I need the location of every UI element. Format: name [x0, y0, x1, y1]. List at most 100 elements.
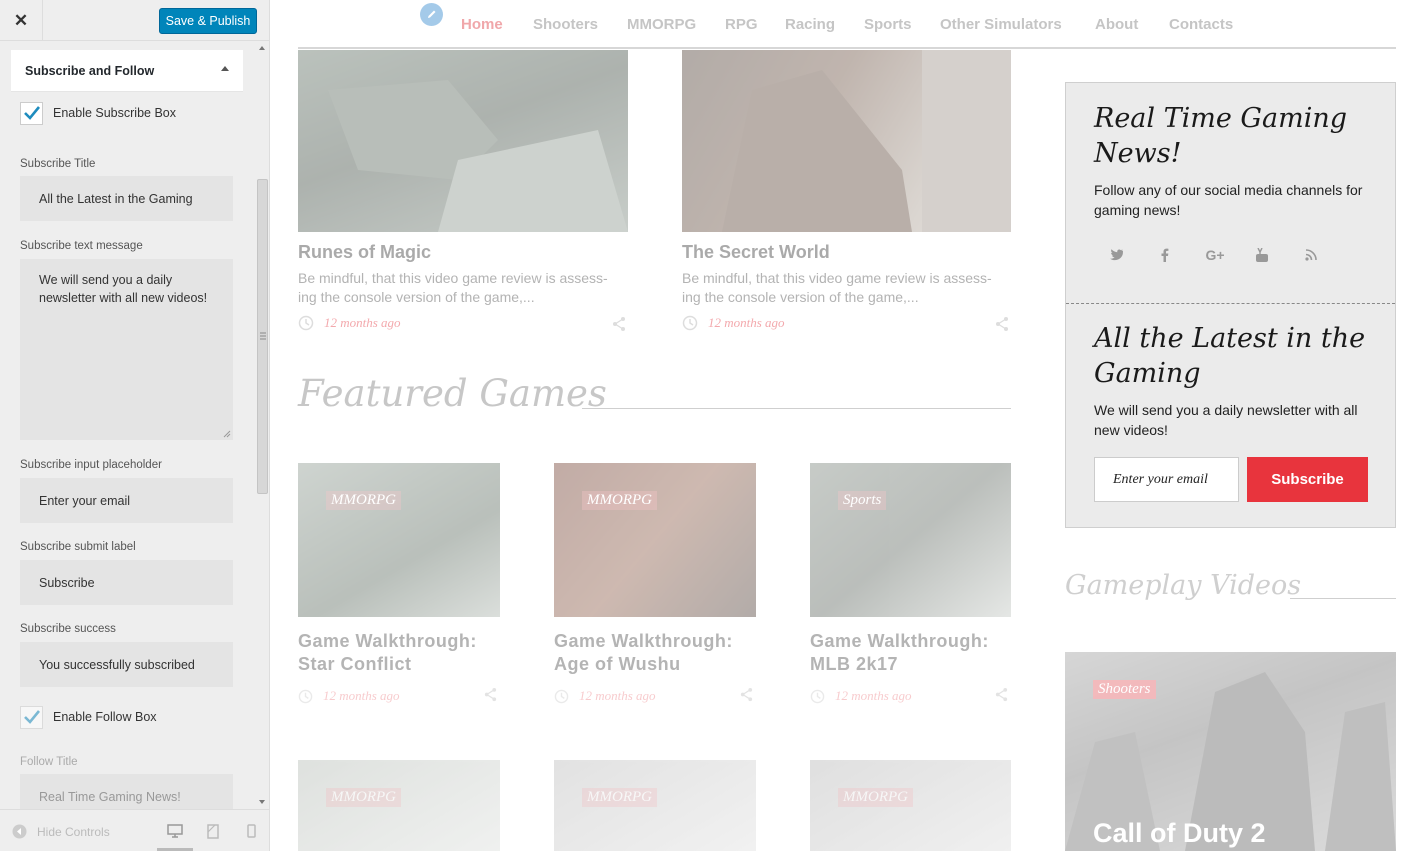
post-meta: 12 months ago [682, 315, 785, 331]
hide-controls-button[interactable]: Hide Controls [12, 824, 110, 839]
subscribe-placeholder-input[interactable]: Enter your email [20, 478, 233, 523]
section-body: Enable Subscribe Box Subscribe Title All… [11, 92, 243, 809]
nav-item-other-simulators[interactable]: Other Simulators [940, 16, 1062, 33]
section-header[interactable]: Subscribe and Follow [11, 50, 243, 92]
post-title[interactable]: The Secret World [682, 242, 830, 263]
follow-title-label: Follow Title [20, 756, 78, 768]
featured-image[interactable]: MMORPG [554, 463, 756, 617]
google-plus-icon[interactable]: G+ [1203, 245, 1227, 265]
post-title[interactable]: Runes of Magic [298, 242, 431, 263]
desktop-icon[interactable] [165, 822, 185, 840]
post-excerpt: Be mindful, that this video game review … [298, 270, 608, 305]
category-badge[interactable]: MMORPG [582, 491, 657, 510]
gameplay-videos-title: Gameplay Videos [1065, 570, 1302, 601]
video-title[interactable]: Call of Duty 2 [1093, 818, 1266, 849]
subscribe-placeholder-label: Subscribe input placeholder [20, 459, 162, 471]
helicopter-scene-illustration [328, 80, 628, 232]
post-excerpt: Be mindful, that this video game review … [682, 270, 992, 305]
clock-icon [682, 315, 698, 331]
widget-divider [1066, 303, 1395, 304]
nav-item-rpg[interactable]: RPG [725, 16, 758, 33]
nav-item-racing[interactable]: Racing [785, 16, 835, 33]
gameplay-video-card[interactable]: Shooters Call of Duty 2 [1065, 652, 1396, 851]
panel-footer: Hide Controls [0, 809, 269, 851]
subscribe-submit-button[interactable]: Subscribe [1247, 457, 1368, 502]
featured-image[interactable]: MMORPG [810, 760, 1011, 851]
featured-time: 12 months ago [835, 688, 912, 703]
subscribe-follow-widget: Real Time Gaming News! Follow any of our… [1065, 82, 1396, 528]
share-icon[interactable] [611, 316, 627, 332]
category-badge[interactable]: Sports [838, 491, 887, 510]
collapse-arrow-icon [12, 824, 27, 839]
section-subscribe-follow: Subscribe and Follow Enable Subscribe Bo… [11, 50, 243, 809]
site-preview: Home Shooters MMORPG RPG Racing Sports O… [270, 0, 1419, 851]
subscribe-title-input[interactable]: All the Latest in the Gaming [20, 176, 233, 221]
grip-icon [260, 332, 266, 340]
enable-subscribe-checkbox-row[interactable]: Enable Subscribe Box [20, 101, 176, 125]
post-image[interactable] [298, 50, 628, 232]
featured-title[interactable]: Game Walkthrough: Age of Wushu [554, 630, 759, 676]
featured-image[interactable]: MMORPG [554, 760, 756, 851]
follow-title: Real Time Gaming News! [1094, 103, 1348, 169]
resize-handle-icon[interactable] [223, 430, 231, 438]
subscribe-submit-input[interactable]: Subscribe [20, 560, 233, 605]
subscribe-title: All the Latest in the Gaming [1094, 323, 1366, 389]
subscribe-email-input[interactable]: Enter your email [1094, 457, 1239, 502]
hide-controls-label: Hide Controls [37, 824, 110, 839]
enable-follow-checkbox-row[interactable]: Enable Follow Box [20, 705, 157, 729]
featured-time: 12 months ago [579, 688, 656, 703]
enable-subscribe-checkbox[interactable] [20, 101, 43, 125]
nav-divider [298, 47, 1396, 49]
nav-item-contacts[interactable]: Contacts [1169, 16, 1233, 33]
section-title: Subscribe and Follow [25, 63, 155, 78]
close-button[interactable]: ✕ [0, 0, 43, 41]
save-publish-button[interactable]: Save & Publish [159, 8, 257, 34]
follow-title-input[interactable]: Real Time Gaming News! [20, 774, 233, 809]
nav-item-about[interactable]: About [1095, 16, 1138, 33]
featured-image[interactable]: MMORPG [298, 760, 500, 851]
featured-image[interactable]: Sports [810, 463, 1011, 617]
post-image[interactable] [682, 50, 1011, 232]
nav-item-shooters[interactable]: Shooters [533, 16, 598, 33]
share-icon[interactable] [739, 687, 754, 702]
panel-scroll-area: Subscribe and Follow Enable Subscribe Bo… [0, 41, 256, 809]
featured-title[interactable]: Game Walkthrough: MLB 2k17 [810, 630, 1015, 676]
scroll-up-arrow-icon[interactable] [259, 46, 265, 50]
follow-text: Follow any of our social media channels … [1094, 182, 1363, 218]
tablet-icon[interactable] [203, 822, 223, 840]
subscribe-title-label: Subscribe Title [20, 158, 96, 170]
featured-meta: 12 months ago [298, 688, 400, 704]
section-rule [582, 408, 1011, 409]
collapse-caret-icon[interactable] [221, 66, 229, 71]
category-badge[interactable]: MMORPG [582, 788, 657, 807]
mobile-icon[interactable] [241, 822, 261, 840]
youtube-icon[interactable] [1252, 245, 1272, 265]
share-icon[interactable] [483, 687, 498, 702]
share-icon[interactable] [994, 316, 1010, 332]
nav-item-sports[interactable]: Sports [864, 16, 912, 33]
category-badge[interactable]: MMORPG [838, 788, 913, 807]
featured-image[interactable]: MMORPG [298, 463, 500, 617]
enable-follow-label: Enable Follow Box [53, 710, 157, 724]
rss-icon[interactable] [1301, 245, 1321, 265]
subscribe-success-input[interactable]: You successfully subscribed [20, 642, 233, 687]
nav-item-mmorpg[interactable]: MMORPG [627, 16, 696, 33]
subscribe-success-label: Subscribe success [20, 623, 116, 635]
category-badge[interactable]: MMORPG [326, 788, 401, 807]
subscribe-text: We will send you a daily newsletter with… [1094, 402, 1358, 438]
category-badge[interactable]: MMORPG [326, 491, 401, 510]
scroll-down-arrow-icon[interactable] [259, 800, 265, 804]
subscribe-text-textarea[interactable]: We will send you a daily newsletter with… [20, 259, 233, 440]
enable-follow-checkbox[interactable] [20, 705, 43, 729]
scroll-thumb[interactable] [257, 179, 268, 494]
twitter-icon[interactable] [1106, 245, 1126, 265]
category-badge[interactable]: Shooters [1093, 680, 1156, 699]
clock-icon [298, 315, 314, 331]
share-icon[interactable] [994, 687, 1009, 702]
facebook-icon[interactable] [1155, 245, 1175, 265]
nav-item-home[interactable]: Home [461, 16, 503, 33]
section-rule [1290, 598, 1396, 599]
panel-scrollbar[interactable] [256, 41, 269, 809]
edit-shortcut-pencil-icon[interactable] [420, 3, 443, 26]
featured-title[interactable]: Game Walkthrough: Star Conflict [298, 630, 503, 676]
